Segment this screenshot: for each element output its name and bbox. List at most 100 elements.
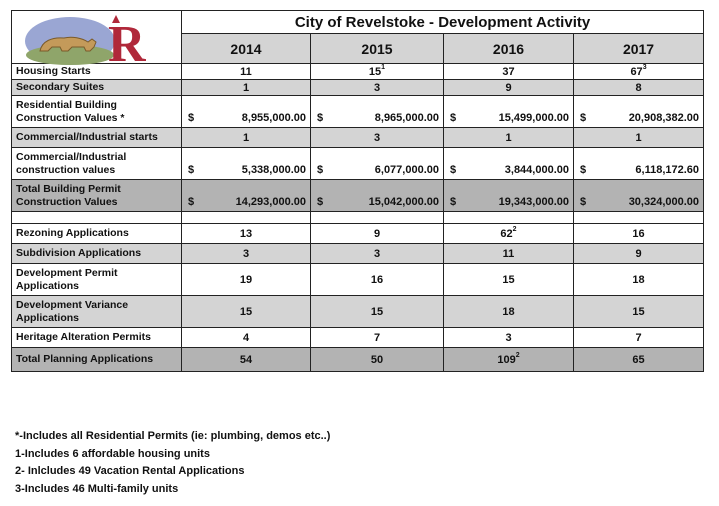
- value-cell: $20,908,382.00: [572, 95, 705, 128]
- count: 9: [635, 247, 642, 260]
- currency-symbol: $: [317, 164, 324, 176]
- city-logo: R: [12, 11, 162, 73]
- count: 3: [373, 81, 381, 94]
- amount: 6,118,172.60: [635, 164, 700, 176]
- footnote: *-Includes all Residential Permits (ie: …: [15, 430, 331, 442]
- row-label: Residential Building Construction Values…: [11, 95, 182, 128]
- value-cell: 18: [572, 263, 705, 296]
- table-row: Rezoning Applications 13 9 622 16: [11, 223, 705, 244]
- value-cell: 9: [572, 243, 705, 264]
- count: 3: [373, 131, 381, 144]
- logo-letter: R: [108, 16, 147, 67]
- table-row: Secondary Suites 1 3 9 8: [11, 79, 705, 96]
- count: 15: [239, 305, 253, 318]
- amount: 8,965,000.00: [374, 112, 439, 124]
- row-label: Development Variance Applications: [11, 295, 182, 328]
- value-cell: 3: [181, 243, 311, 264]
- value-cell: 54: [181, 347, 311, 372]
- footnote-marker: 2: [512, 225, 517, 233]
- count: 3: [373, 247, 381, 260]
- page-title: City of Revelstoke - Development Activit…: [180, 9, 705, 35]
- amount: 6,077,000.00: [374, 164, 439, 176]
- table-row: Subdivision Applications 3 3 11 9: [11, 243, 705, 264]
- value-cell: 622: [443, 223, 574, 244]
- count: 4: [242, 331, 250, 344]
- currency-symbol: $: [188, 196, 195, 208]
- value-cell: 19: [181, 263, 311, 296]
- count: 1: [505, 131, 512, 144]
- row-label: Secondary Suites: [11, 79, 182, 96]
- amount: 8,955,000.00: [241, 112, 306, 124]
- table-row: Development Variance Applications 15 15 18 1…: [11, 295, 705, 328]
- value-cell: $5,338,000.00: [181, 147, 311, 180]
- table-row: Commercial/Industrial construction value…: [11, 147, 705, 180]
- row-label: Commercial/Industrial starts: [11, 127, 182, 148]
- count: 16: [370, 273, 384, 286]
- value-cell: 37: [443, 63, 574, 80]
- value-cell: 4: [181, 327, 311, 348]
- footnote-marker: 2: [515, 351, 520, 359]
- amount: 14,293,000.00: [235, 196, 306, 208]
- value-cell: 3: [443, 327, 574, 348]
- currency-symbol: $: [450, 164, 457, 176]
- development-activity-sheet: R City of Revelstoke - Development Activ…: [11, 9, 705, 372]
- value-cell: 3: [310, 243, 444, 264]
- currency-symbol: $: [580, 196, 587, 208]
- currency-symbol: $: [317, 196, 324, 208]
- value-cell: 8: [572, 79, 705, 96]
- amount: 3,844,000.00: [504, 164, 569, 176]
- footnote-marker: 3: [642, 63, 647, 71]
- count: 9: [505, 81, 512, 94]
- row-label: Development Permit Applications: [11, 263, 182, 296]
- value-cell: $19,343,000.00: [443, 179, 574, 212]
- value-cell: $30,324,000.00: [572, 179, 705, 212]
- value-cell: 9: [443, 79, 574, 96]
- spacer-row: [11, 211, 705, 224]
- value-cell: $8,965,000.00: [310, 95, 444, 128]
- amount: 15,499,000.00: [498, 112, 569, 124]
- count: 1: [242, 81, 250, 94]
- row-label: Heritage Alteration Permits: [11, 327, 182, 348]
- amount: 5,338,000.00: [241, 164, 306, 176]
- currency-symbol: $: [450, 112, 457, 124]
- table-row: Commercial/Industrial starts 1 3 1 1: [11, 127, 705, 148]
- value-cell: $6,118,172.60: [572, 147, 705, 180]
- row-label: Total Planning Applications: [11, 347, 182, 372]
- development-activity-table: R City of Revelstoke - Development Activ…: [11, 9, 705, 372]
- spacer-cell: [310, 211, 444, 224]
- value-cell: 151: [310, 63, 444, 80]
- value-cell: $6,077,000.00: [310, 147, 444, 180]
- count: 7: [373, 331, 381, 344]
- count: 50: [370, 353, 384, 366]
- count: 109: [497, 353, 516, 366]
- value-cell: 15: [443, 263, 574, 296]
- count: 3: [242, 247, 250, 260]
- count: 67: [630, 65, 643, 78]
- count: 37: [502, 65, 515, 78]
- value-cell: 1: [443, 127, 574, 148]
- footnotes: *-Includes all Residential Permits (ie: …: [15, 428, 330, 498]
- value-cell: $15,042,000.00: [310, 179, 444, 212]
- value-cell: 9: [310, 223, 444, 244]
- count: 62: [500, 227, 513, 240]
- amount: 30,324,000.00: [628, 196, 700, 208]
- count: 13: [239, 227, 253, 240]
- value-cell: 15: [572, 295, 705, 328]
- value-cell: 3: [310, 79, 444, 96]
- value-cell: 13: [181, 223, 311, 244]
- table-row: Heritage Alteration Permits 4 7 3 7: [11, 327, 705, 348]
- amount: 15,042,000.00: [368, 196, 439, 208]
- count: 15: [370, 305, 384, 318]
- footnote: 1-Includes 6 affordable housing units: [15, 447, 210, 460]
- count: 11: [502, 247, 515, 260]
- count: 15: [368, 65, 382, 78]
- value-cell: 15: [181, 295, 311, 328]
- currency-symbol: $: [580, 164, 587, 176]
- value-cell: 7: [572, 327, 705, 348]
- year-header: 2017: [572, 33, 705, 64]
- value-cell: 673: [572, 63, 705, 80]
- count: 1: [635, 131, 642, 144]
- count: 11: [240, 65, 252, 78]
- city-logo-graphic: R: [25, 15, 147, 73]
- currency-symbol: $: [188, 112, 195, 124]
